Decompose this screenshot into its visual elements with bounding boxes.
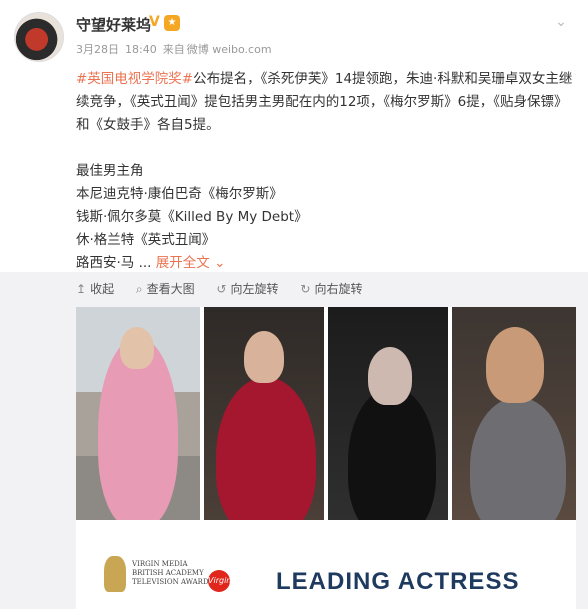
org-line: TELEVISION AWARDS [132,578,214,586]
face-shape [120,327,154,369]
verified-badge-icon: V [149,14,160,30]
view-large-label: 查看大图 [146,282,195,296]
truncated-text: 路西安·马 ... [76,255,152,271]
post-date[interactable]: 3月28日 [76,43,119,56]
rotate-right-icon: ↻ [300,282,311,296]
level-badge-icon: ★ [164,15,180,31]
face-shape [368,347,412,405]
chevron-down-icon[interactable]: ⌄ [214,255,225,271]
post-source[interactable]: 微博 weibo.com [187,43,272,56]
post-text: #英国电视学院奖#公布提名，《杀死伊芙》14提领跑，朱迪·科默和吴珊卓双女主继续… [76,68,576,275]
expand-link[interactable]: 展开全文 [156,255,210,271]
rotate-left-button[interactable]: ↺ 向左旋转 [216,280,278,297]
collapse-button[interactable]: ↥ 收起 [76,280,114,297]
face-shape [486,327,544,403]
post-meta: 3月28日 18:40 来自 微博 weibo.com [76,41,278,57]
image-toolbar: ↥ 收起 ⌕ 查看大图 ↺ 向左旋转 ↻ 向右旋转 [76,280,380,300]
hashtag-link[interactable]: #英国电视学院奖# [76,71,193,87]
rotate-right-label: 向右旋转 [314,282,363,296]
view-large-button[interactable]: ⌕ 查看大图 [136,280,195,297]
arrow-up-icon: ↥ [76,282,87,296]
figure-shape [470,397,566,520]
avatar[interactable] [14,12,64,62]
magnify-icon: ⌕ [135,282,143,296]
nominee-photo-1 [76,307,200,520]
face-shape [244,331,284,383]
nominee-item: 休·格兰特《英式丑闻》 [76,232,216,248]
poster-footer: VIRGIN MEDIA BRITISH ACADEMY TELEVISION … [76,520,576,609]
source-prefix: 来自 [162,43,185,56]
rotate-left-label: 向左旋转 [230,282,279,296]
bafta-logo-text: VIRGIN MEDIA BRITISH ACADEMY TELEVISION … [132,560,213,587]
rotate-right-button[interactable]: ↻ 向右旋转 [300,280,362,297]
nominee-photo-2 [204,307,324,520]
nominee-item: 本尼迪克特·康伯巴奇《梅尔罗斯》 [76,186,283,202]
bafta-mask-icon [104,556,126,592]
figure-shape [348,387,436,520]
rotate-left-icon: ↺ [216,282,227,296]
sponsor-logo: Virgin [208,570,231,592]
collapse-label: 收起 [90,282,115,296]
figure-shape [216,377,316,520]
nominee-item: 钱斯·佩尔多莫《Killed By My Debt》 [76,209,308,225]
nominee-photo-4 [452,307,576,520]
nominee-photo-3 [328,307,448,520]
award-category-title: LEADING ACTRESS [276,568,520,595]
org-line: VIRGIN MEDIA [132,560,188,568]
username[interactable]: 守望好莱坞 [76,14,151,35]
post-paragraph: #英国电视学院奖#公布提名，《杀死伊芙》14提领跑，朱迪·科默和吴珊卓双女主继续… [76,68,576,137]
post-header: 守望好莱坞 V ★ 3月28日 18:40 来自 微博 weibo.com ⌄ [0,0,588,64]
post-image[interactable]: VIRGIN MEDIA BRITISH ACADEMY TELEVISION … [76,307,576,609]
category-title: 最佳男主角 [76,163,144,179]
post-time[interactable]: 18:40 [125,43,157,56]
org-line: BRITISH ACADEMY [132,569,204,577]
chevron-down-icon[interactable]: ⌄ [552,14,570,30]
